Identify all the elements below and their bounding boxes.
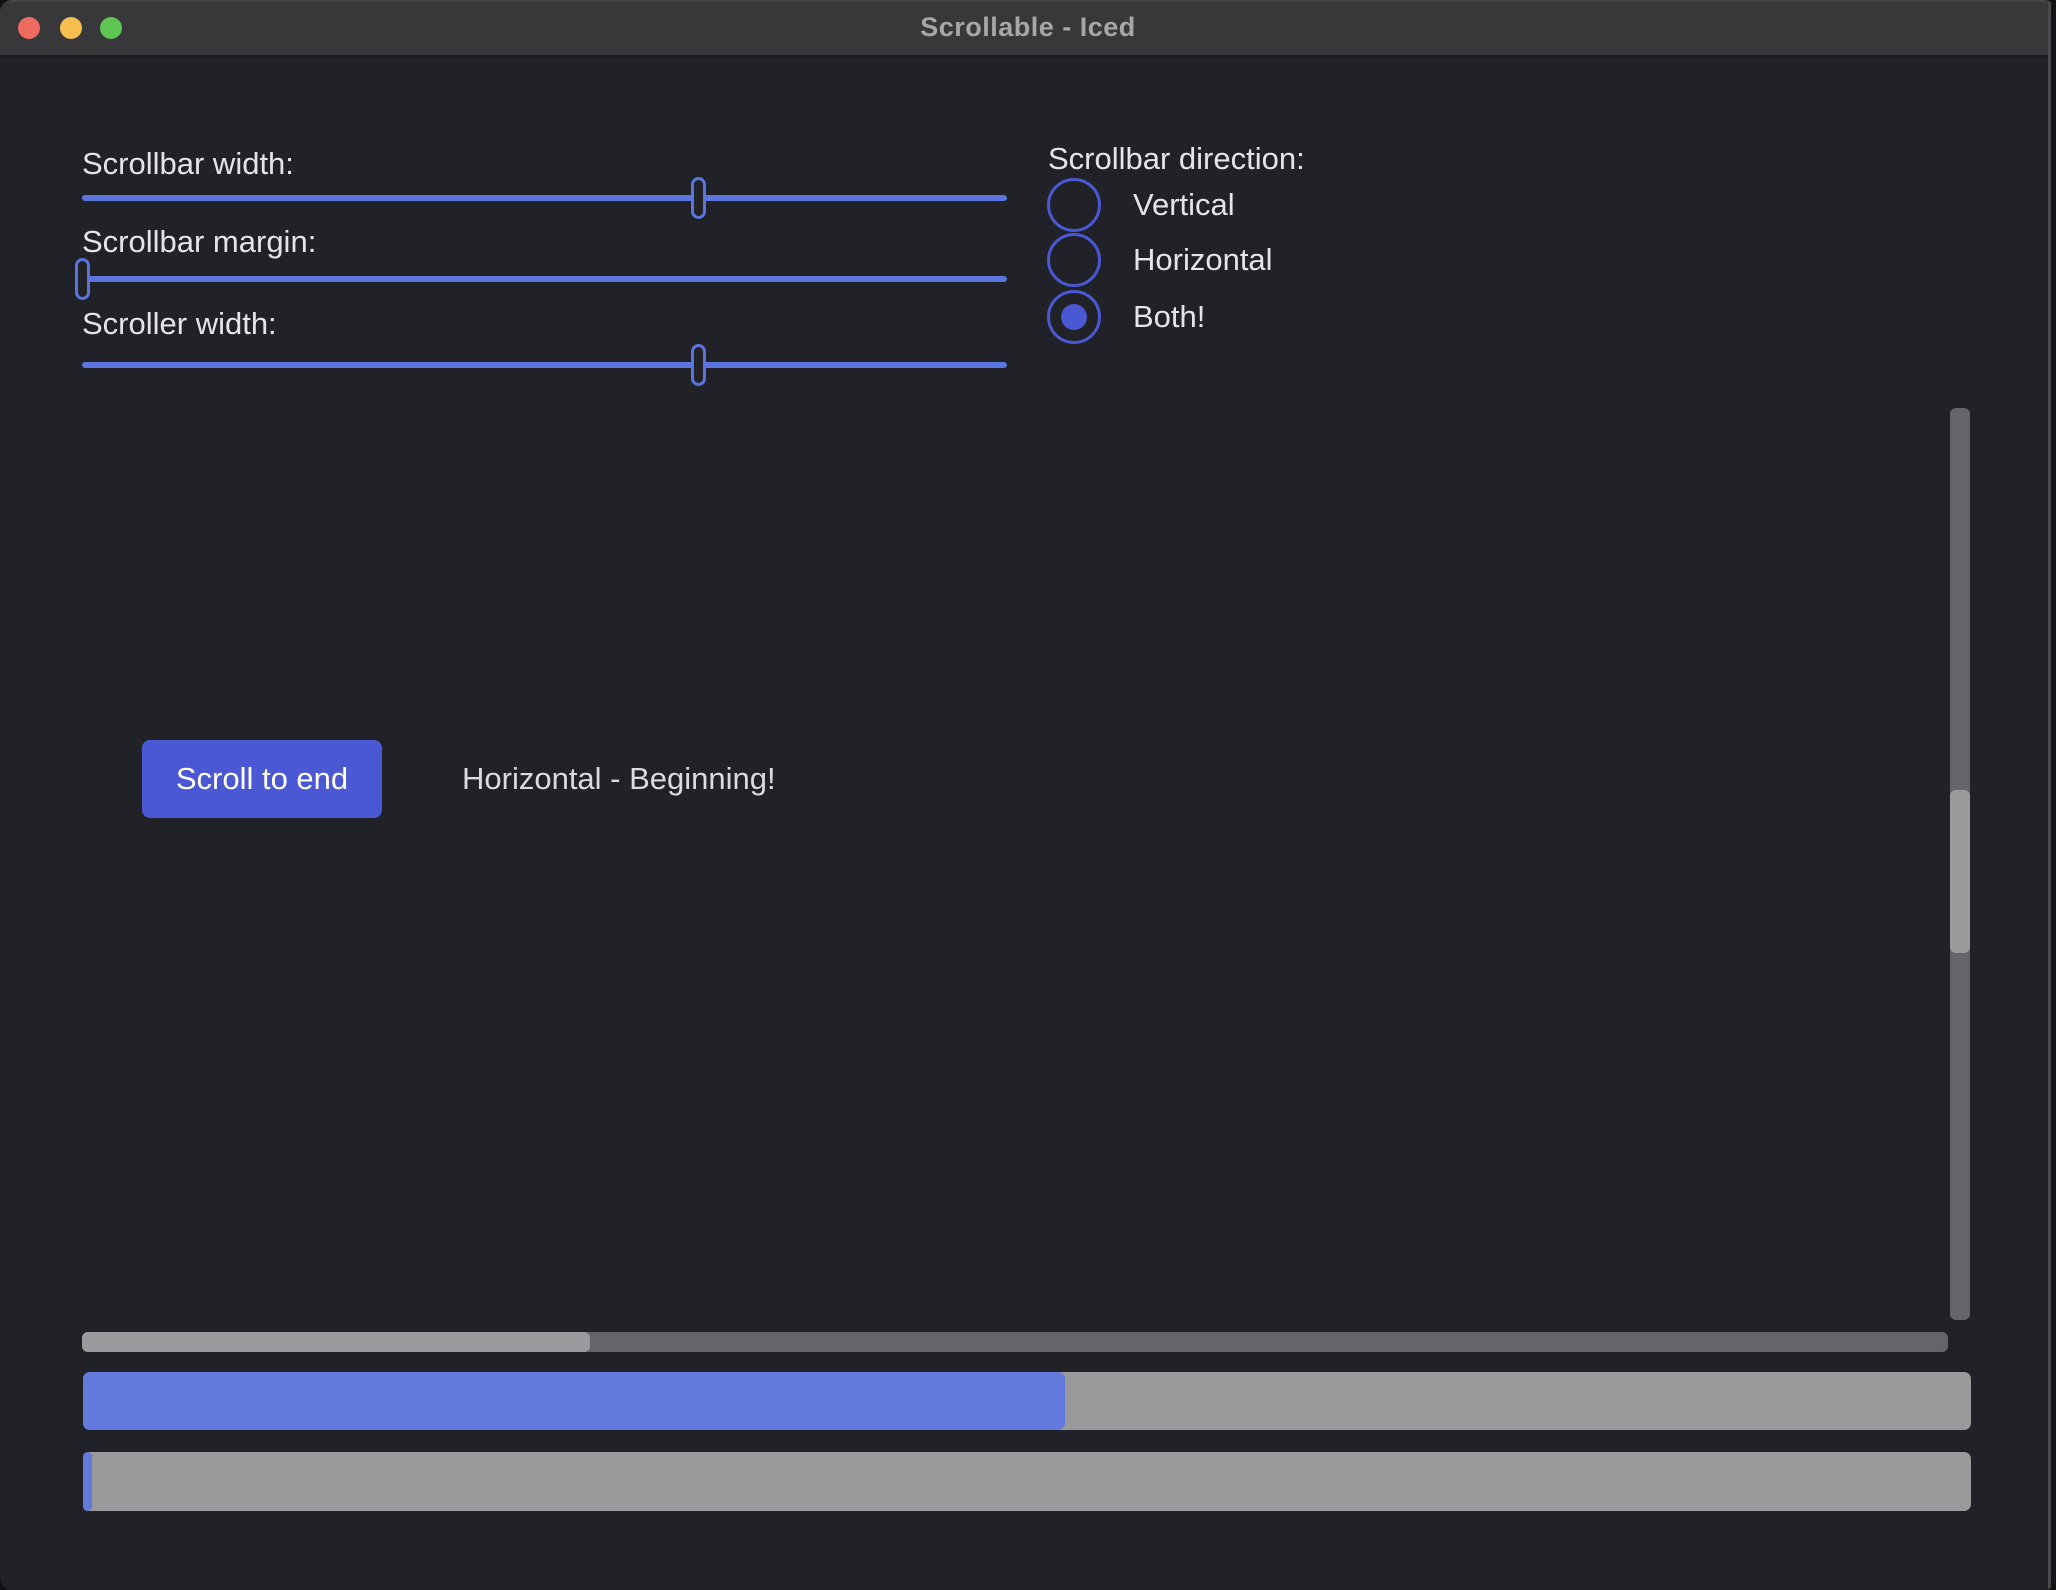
radio-both-label[interactable]: Both! [1133,299,1205,335]
vertical-scrollbar-track[interactable] [1950,408,1970,1320]
slider-rail[interactable] [82,276,1007,282]
slider-rail[interactable] [82,195,1007,201]
app-window: Scrollable - Iced Scrollbar width: Scrol… [0,0,2056,1590]
slider-rail[interactable] [82,362,1007,368]
horizontal-scrollbar-track[interactable] [82,1332,1948,1352]
slider-handle[interactable] [75,258,90,300]
status-text: Horizontal - Beginning! [462,761,776,797]
radio-vertical-label[interactable]: Vertical [1133,187,1235,223]
radio-both[interactable] [1047,290,1101,344]
radio-vertical[interactable] [1047,178,1101,232]
titlebar: Scrollable - Iced [0,0,2056,57]
scroll-to-end-button[interactable]: Scroll to end [142,740,382,818]
horizontal-scrollbar-thumb[interactable] [82,1332,590,1352]
scrollbar-margin-slider[interactable] [82,258,1007,300]
slider-handle[interactable] [691,344,706,386]
scrollbar-width-slider[interactable] [82,177,1007,219]
progress-fill [83,1452,92,1511]
window-right-edge-shadow [2051,0,2056,1590]
radio-horizontal[interactable] [1047,233,1101,287]
horizontal-progress-bar [83,1372,1971,1430]
scrollbar-direction-label: Scrollbar direction: [1048,141,1305,177]
scroller-width-slider[interactable] [82,344,1007,386]
vertical-scrollbar-thumb[interactable] [1950,790,1970,953]
progress-fill [83,1372,1065,1430]
radio-selected-dot [1061,304,1087,330]
radio-horizontal-label[interactable]: Horizontal [1133,242,1273,278]
scroller-width-label: Scroller width: [82,306,277,342]
window-title: Scrollable - Iced [0,0,2056,55]
vertical-progress-bar [83,1452,1971,1511]
scrollbar-margin-label: Scrollbar margin: [82,224,316,260]
slider-handle[interactable] [691,177,706,219]
